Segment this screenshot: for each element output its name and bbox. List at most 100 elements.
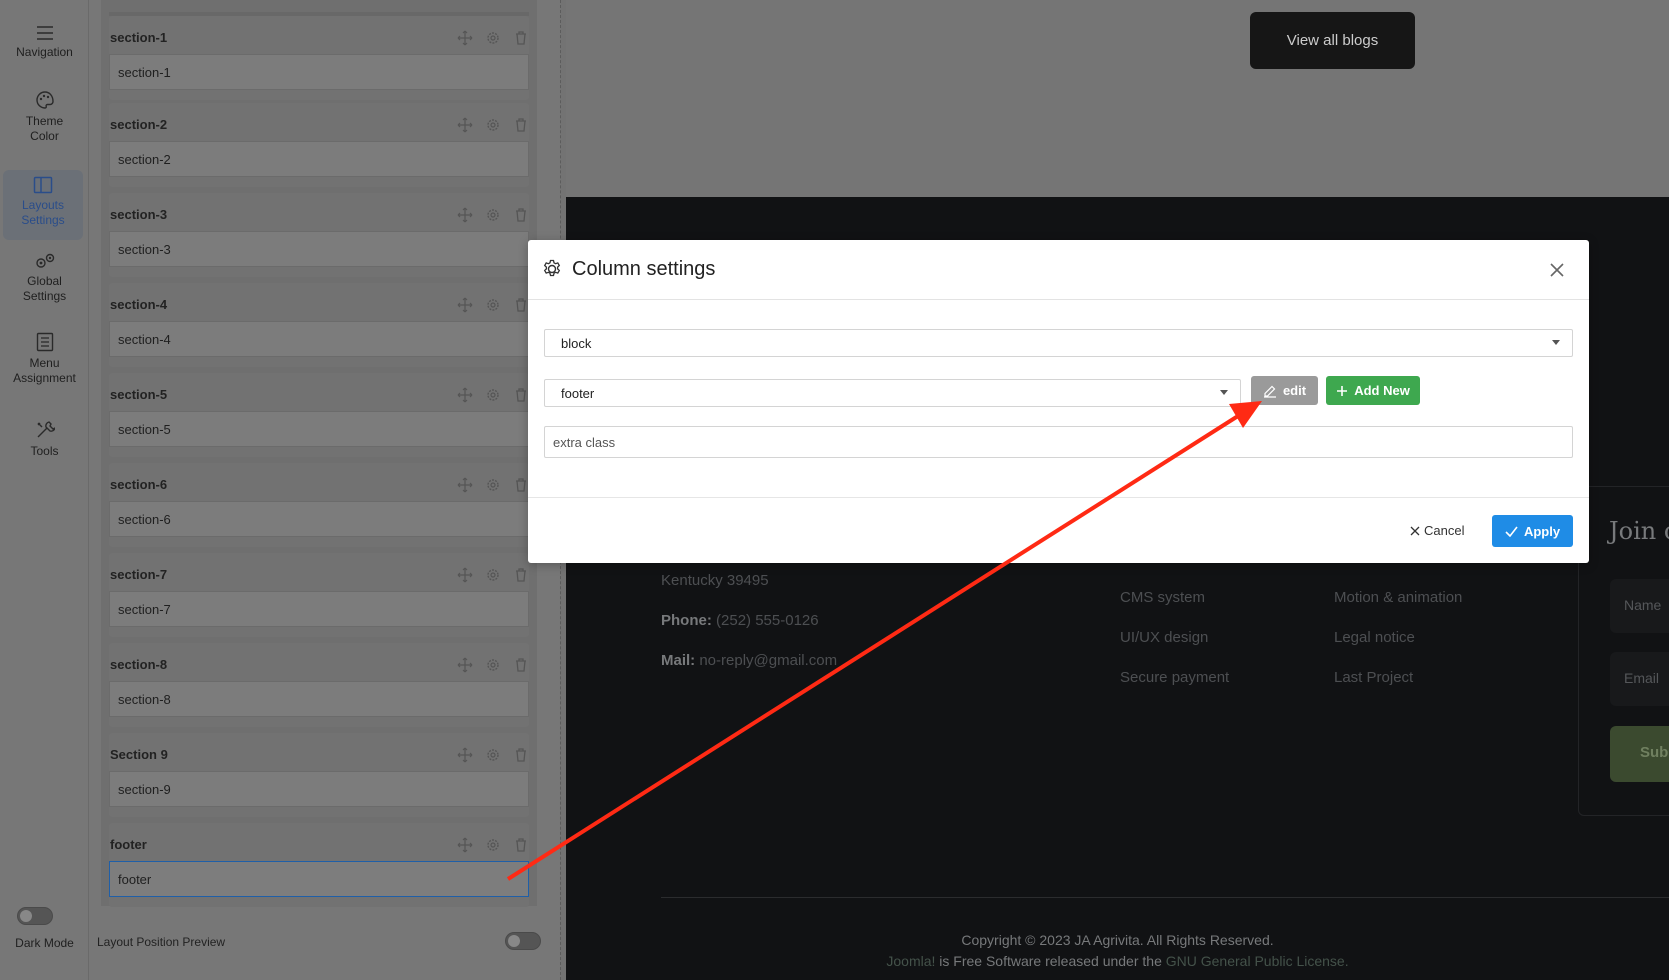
move-icon[interactable] xyxy=(457,657,473,673)
tools-icon xyxy=(37,421,55,438)
dark-mode-label: Dark Mode xyxy=(15,936,74,950)
move-icon[interactable] xyxy=(457,117,473,133)
section-title: section-6 xyxy=(110,477,168,492)
newsletter-name-input[interactable]: Name xyxy=(1610,579,1669,633)
section-title: section-1 xyxy=(110,30,168,45)
move-icon[interactable] xyxy=(457,837,473,853)
move-icon[interactable] xyxy=(457,387,473,403)
move-icon[interactable] xyxy=(457,30,473,46)
trash-icon[interactable] xyxy=(513,657,529,673)
move-icon[interactable] xyxy=(457,567,473,583)
edit-button[interactable]: edit xyxy=(1251,376,1318,405)
position-select[interactable]: footer xyxy=(544,379,1241,407)
newsletter-email-input[interactable]: Email xyxy=(1610,652,1669,706)
close-icon xyxy=(1410,526,1420,535)
layout-section-footer: footer footer xyxy=(109,823,529,907)
move-icon[interactable] xyxy=(457,297,473,313)
footer-link[interactable]: UI/UX design xyxy=(1120,629,1208,646)
nav-item-global-settings[interactable]: Global Settings xyxy=(0,252,89,304)
nav-item-theme-color[interactable]: Theme Color xyxy=(0,90,89,144)
footer-link[interactable]: CMS system xyxy=(1120,589,1205,606)
modal-footer-divider xyxy=(528,497,1589,498)
footer-link[interactable]: Secure payment xyxy=(1120,669,1229,686)
apply-button[interactable]: Apply xyxy=(1492,515,1573,547)
section-position-field[interactable]: section-9 xyxy=(109,771,529,807)
dark-mode-toggle[interactable] xyxy=(17,907,53,925)
section-position-field[interactable]: section-4 xyxy=(109,321,529,357)
trash-icon[interactable] xyxy=(513,567,529,583)
newsletter-title: Join o xyxy=(1609,517,1669,545)
gear-icon[interactable] xyxy=(485,837,501,853)
section-title: section-7 xyxy=(110,567,168,582)
section-title: section-8 xyxy=(110,657,168,672)
section-tools xyxy=(457,387,529,403)
trash-icon[interactable] xyxy=(513,387,529,403)
gear-icon[interactable] xyxy=(485,30,501,46)
close-button[interactable] xyxy=(1547,260,1567,280)
section-tools xyxy=(457,837,529,853)
layout-section: section-3 section-3 xyxy=(109,193,529,277)
gear-icon[interactable] xyxy=(485,477,501,493)
list-icon xyxy=(36,332,53,352)
trash-icon[interactable] xyxy=(513,837,529,853)
nav-item-navigation[interactable]: Navigation xyxy=(0,25,89,60)
trash-icon[interactable] xyxy=(513,297,529,313)
section-position-field[interactable]: section-2 xyxy=(109,141,529,177)
section-position-field[interactable]: section-7 xyxy=(109,591,529,627)
trash-icon[interactable] xyxy=(513,30,529,46)
newsletter-subscribe-button[interactable]: Sub xyxy=(1610,726,1669,782)
footer-link[interactable]: Last Project xyxy=(1334,669,1413,686)
modal-header: Column settings xyxy=(528,240,1589,300)
sidebar-nav: Navigation Theme Color Layouts Settings … xyxy=(0,0,89,980)
trash-icon[interactable] xyxy=(513,477,529,493)
chevron-down-icon xyxy=(1552,340,1560,345)
gear-icon[interactable] xyxy=(485,657,501,673)
section-position-field[interactable]: section-6 xyxy=(109,501,529,537)
footer-license: Joomla! is Free Software released under … xyxy=(886,953,1349,969)
section-tools xyxy=(457,657,529,673)
footer-link[interactable]: Motion & animation xyxy=(1334,589,1462,606)
gear-icon[interactable] xyxy=(485,747,501,763)
nav-item-tools[interactable]: Tools xyxy=(0,420,89,459)
move-icon[interactable] xyxy=(457,747,473,763)
gear-icon[interactable] xyxy=(485,567,501,583)
nav-item-menu-assignment[interactable]: Menu Assignment xyxy=(0,332,89,386)
section-tools xyxy=(457,30,529,46)
gear-icon[interactable] xyxy=(485,207,501,223)
trash-icon[interactable] xyxy=(513,747,529,763)
chevron-down-icon xyxy=(1220,390,1228,395)
extra-class-input[interactable]: extra class xyxy=(544,426,1573,458)
column-settings-modal: Column settings block footer edit Add Ne… xyxy=(528,240,1589,563)
layout-position-preview-toggle[interactable] xyxy=(505,932,541,950)
footer-divider xyxy=(661,897,1669,898)
gear-icon[interactable] xyxy=(485,117,501,133)
hamburger-icon xyxy=(36,26,53,40)
plus-icon xyxy=(1337,385,1348,396)
section-tools xyxy=(457,567,529,583)
trash-icon[interactable] xyxy=(513,117,529,133)
cancel-button[interactable]: Cancel xyxy=(1410,523,1464,538)
section-position-field[interactable]: section-5 xyxy=(109,411,529,447)
edit-icon xyxy=(1263,385,1276,398)
section-position-field[interactable]: section-3 xyxy=(109,231,529,267)
check-icon xyxy=(1505,526,1518,537)
layout-section: section-4 section-4 xyxy=(109,283,529,367)
footer-link[interactable]: Legal notice xyxy=(1334,629,1415,646)
footer-copyright: Copyright © 2023 JA Agrivita. All Rights… xyxy=(961,932,1274,948)
gear-icon[interactable] xyxy=(485,387,501,403)
move-icon[interactable] xyxy=(457,207,473,223)
layout-section: section-5 section-5 xyxy=(109,373,529,457)
nav-item-layouts-settings[interactable]: Layouts Settings xyxy=(3,170,83,240)
layout-section: section-8 section-8 xyxy=(109,643,529,727)
type-select[interactable]: block xyxy=(544,329,1573,357)
view-all-blogs-button[interactable]: View all blogs xyxy=(1250,12,1415,69)
section-position-field[interactable]: section-1 xyxy=(109,54,529,90)
add-new-button[interactable]: Add New xyxy=(1326,376,1420,405)
gears-icon xyxy=(35,253,54,268)
section-position-field[interactable]: footer xyxy=(109,861,529,897)
trash-icon[interactable] xyxy=(513,207,529,223)
gear-icon[interactable] xyxy=(485,297,501,313)
section-position-field[interactable]: section-8 xyxy=(109,681,529,717)
section-tools xyxy=(457,477,529,493)
move-icon[interactable] xyxy=(457,477,473,493)
